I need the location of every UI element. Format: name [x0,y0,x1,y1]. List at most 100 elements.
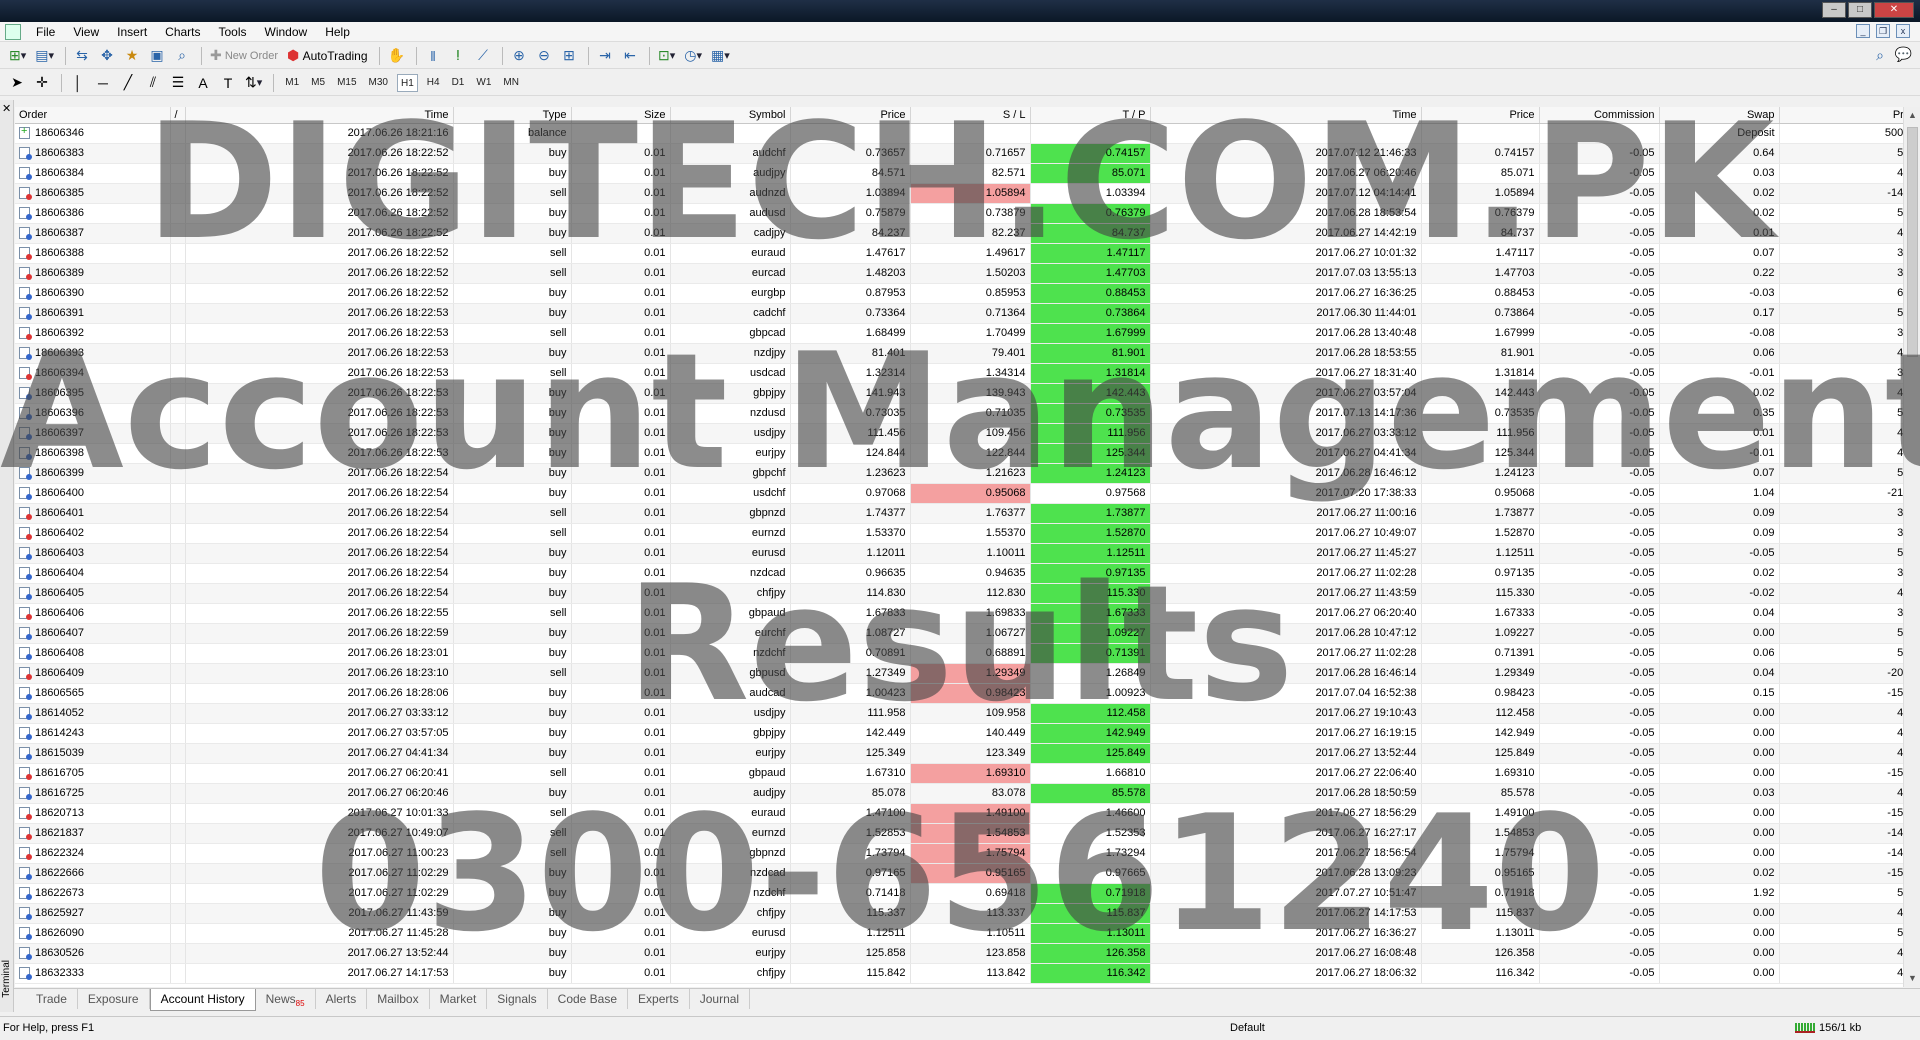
tab-exposure[interactable]: Exposure [78,989,150,1009]
table-row[interactable]: 18614243 2017.06.27 03:57:05 buy 0.01 gbpjpy… [15,723,1903,744]
col-sl[interactable]: S / L [910,107,1031,124]
mdi-close-button[interactable]: x [1896,24,1910,38]
table-row[interactable]: 18606394 2017.06.26 18:22:53 sell 0.01 usdca… [15,363,1903,384]
chart-shift-button[interactable]: ⇤ [619,46,641,66]
menu-charts[interactable]: Charts [156,22,209,42]
chat-icon[interactable]: 💬 [1895,46,1912,63]
table-row[interactable]: 18606390 2017.06.26 18:22:52 buy 0.01 eurgbp… [15,283,1903,304]
tab-experts[interactable]: Experts [628,989,690,1009]
table-row[interactable]: 18606398 2017.06.26 18:22:53 buy 0.01 eurjpy… [15,443,1903,464]
table-row[interactable]: 18606404 2017.06.26 18:22:54 buy 0.01 nzdcad… [15,563,1903,584]
tab-signals[interactable]: Signals [487,989,548,1009]
autoscroll-button[interactable]: ⇥ [594,46,616,66]
profiles-button[interactable]: ▤ ▾ [32,46,57,66]
table-row[interactable]: 18606346 2017.06.26 18:21:16balance Deposi… [15,123,1903,144]
table-row[interactable]: 18606401 2017.06.26 18:22:54 sell 0.01 gbpnz… [15,503,1903,524]
col-price[interactable]: Price [790,107,911,124]
col-order[interactable]: Order [15,107,171,124]
tab-mailbox[interactable]: Mailbox [367,989,430,1009]
table-row[interactable]: 18615039 2017.06.27 04:41:34 buy 0.01 eurjpy… [15,743,1903,764]
market-watch-button[interactable]: ⇆ [71,46,93,66]
autotrading-button[interactable]: ⬢ AutoTrading [284,46,371,66]
timeframe-m5[interactable]: M5 [308,74,328,92]
table-row[interactable]: 18616705 2017.06.27 06:20:41 sell 0.01 gbpau… [15,763,1903,784]
connection-status[interactable]: 156/1 kb [1795,1022,1861,1034]
table-row[interactable]: 18620713 2017.06.27 10:01:33 sell 0.01 eurau… [15,803,1903,824]
table-row[interactable]: 18606406 2017.06.26 18:22:55 sell 0.01 gbpau… [15,603,1903,624]
trendline-button[interactable]: ╱ [117,73,139,93]
sort-indicator[interactable]: / [170,107,186,124]
table-row[interactable]: 18625927 2017.06.27 11:43:59 buy 0.01 chfjpy… [15,903,1903,924]
timeframe-m1[interactable]: M1 [282,74,302,92]
templates-button[interactable]: ▦ ▾ [708,46,733,66]
table-row[interactable]: 18606395 2017.06.26 18:22:53 buy 0.01 gbpjpy… [15,383,1903,404]
horizontal-line-button[interactable]: ─ [92,73,114,93]
timeframe-h4[interactable]: H4 [424,74,443,92]
close-terminal-icon[interactable]: ✕ [2,102,11,115]
terminal-button[interactable]: ▣ [146,46,168,66]
col-swap[interactable]: Swap [1659,107,1780,124]
cursor-button[interactable]: ➤ [6,73,28,93]
col-close-price[interactable]: Price [1421,107,1540,124]
navigator-button[interactable]: ★ [121,46,143,66]
table-row[interactable]: 18630526 2017.06.27 13:52:44 buy 0.01 eurjpy… [15,943,1903,964]
col-tp[interactable]: T / P [1030,107,1151,124]
search-icon[interactable]: ⌕ [1876,47,1884,64]
scroll-up-arrow[interactable]: ▲ [1904,107,1920,124]
table-row[interactable]: 18606403 2017.06.26 18:22:54 buy 0.01 eurusd… [15,543,1903,564]
table-row[interactable]: 18606392 2017.06.26 18:22:53 sell 0.01 gbpca… [15,323,1903,344]
table-row[interactable]: 18606400 2017.06.26 18:22:54 buy 0.01 usdchf… [15,483,1903,504]
zoom-out-button[interactable]: ⊖ [533,46,555,66]
minimize-button[interactable]: – [1822,2,1846,18]
new-chart-button[interactable]: ⊞ ▾ [6,46,29,66]
fibonacci-button[interactable]: ☰ [167,73,189,93]
table-row[interactable]: 18614052 2017.06.27 03:33:12 buy 0.01 usdjpy… [15,703,1903,724]
zoom-in-button[interactable]: ⊕ [508,46,530,66]
new-order-button[interactable]: ✚ New Order [207,46,281,66]
timeframe-h1[interactable]: H1 [396,73,418,92]
col-time[interactable]: Time [185,107,454,124]
table-row[interactable]: 18606409 2017.06.26 18:23:10 sell 0.01 gbpus… [15,663,1903,684]
table-row[interactable]: 18622673 2017.06.27 11:02:29 buy 0.01 nzdchf… [15,883,1903,904]
channel-button[interactable]: ⫽ [142,73,164,93]
timeframe-m30[interactable]: M30 [366,74,391,92]
mdi-minimize-button[interactable]: _ [1856,24,1870,38]
col-symbol[interactable]: Symbol [670,107,791,124]
tab-alerts[interactable]: Alerts [316,989,368,1009]
text-label-button[interactable]: T [217,73,239,93]
table-row[interactable]: 18606389 2017.06.26 18:22:52 sell 0.01 eurca… [15,263,1903,284]
table-row[interactable]: 18606397 2017.06.26 18:22:53 buy 0.01 usdjpy… [15,423,1903,444]
app-icon[interactable] [5,23,21,40]
table-row[interactable]: 18616725 2017.06.27 06:20:46 buy 0.01 audjpy… [15,783,1903,804]
close-button[interactable]: ✕ [1874,2,1914,18]
bar-chart-button[interactable]: ǁ [422,46,444,66]
table-row[interactable]: 18606387 2017.06.26 18:22:52 buy 0.01 cadjpy… [15,223,1903,244]
crosshair-button[interactable]: ✛ [31,73,53,93]
table-row[interactable]: 18606399 2017.06.26 18:22:54 buy 0.01 gbpchf… [15,463,1903,484]
table-row[interactable]: 18606384 2017.06.26 18:22:52 buy 0.01 audjpy… [15,163,1903,184]
text-button[interactable]: A [192,73,214,93]
tab-market[interactable]: Market [430,989,488,1009]
table-row[interactable]: 18606407 2017.06.26 18:22:59 buy 0.01 eurchf… [15,623,1903,644]
col-profit[interactable]: Profit [1779,107,1903,124]
tab-news[interactable]: News85 [256,989,316,1009]
col-commission[interactable]: Commission [1539,107,1660,124]
scroll-thumb[interactable] [1907,127,1918,357]
table-row[interactable]: 18606405 2017.06.26 18:22:54 buy 0.01 chfjpy… [15,583,1903,604]
table-row[interactable]: 18626090 2017.06.27 11:45:28 buy 0.01 eurusd… [15,923,1903,944]
table-row[interactable]: 18606393 2017.06.26 18:22:53 buy 0.01 nzdjpy… [15,343,1903,364]
tab-trade[interactable]: Trade [26,989,78,1009]
table-row[interactable]: 18606385 2017.06.26 18:22:52 sell 0.01 audnz… [15,183,1903,204]
col-type[interactable]: Type [453,107,572,124]
tab-journal[interactable]: Journal [690,989,751,1009]
tab-code-base[interactable]: Code Base [548,989,629,1009]
arrows-button[interactable]: ⇅ ▾ [242,73,265,93]
tile-windows-button[interactable]: ⊞ [558,46,580,66]
table-row[interactable]: 18606396 2017.06.26 18:22:53 buy 0.01 nzdusd… [15,403,1903,424]
indicators-button[interactable]: ⊡ ▾ [655,46,678,66]
timeframe-mn[interactable]: MN [500,74,522,92]
col-size[interactable]: Size [571,107,671,124]
table-row[interactable]: 18621837 2017.06.27 10:49:07 sell 0.01 eurnz… [15,823,1903,844]
timeframe-w1[interactable]: W1 [473,74,494,92]
menu-tools[interactable]: Tools [210,22,256,42]
